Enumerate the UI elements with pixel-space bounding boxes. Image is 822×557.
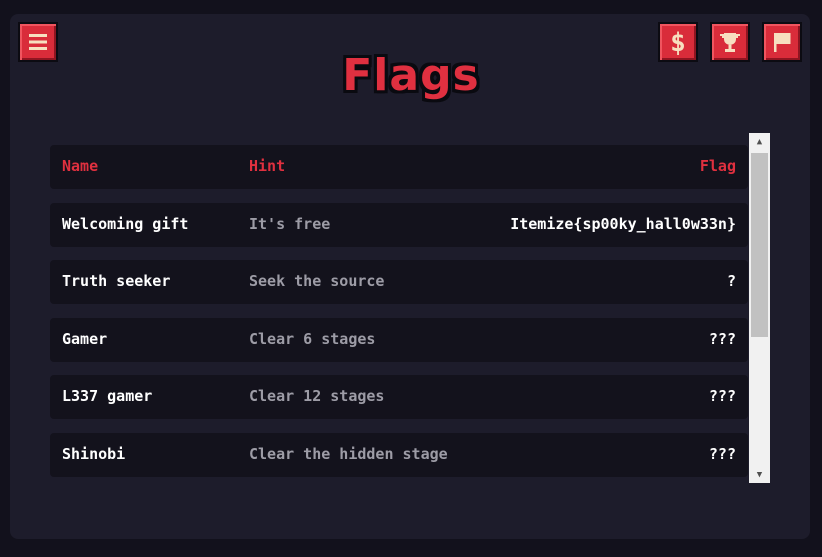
table-scrollbar[interactable]: ▲ ▼ — [749, 133, 770, 483]
flag-hint: It's free — [249, 215, 331, 233]
scroll-up-arrow-icon[interactable]: ▲ — [749, 133, 770, 150]
table-row: Truth seeker Seek the source ? — [50, 260, 748, 304]
flag-name: Welcoming gift — [62, 215, 189, 233]
flag-name: Gamer — [62, 330, 108, 348]
flag-name: L337 gamer — [62, 387, 153, 405]
header-flag: Flag — [699, 157, 736, 175]
table-row: Gamer Clear 6 stages ??? — [50, 318, 748, 362]
flag-hint: Clear 6 stages — [249, 330, 376, 348]
flag-name: Truth seeker — [62, 272, 171, 290]
header-hint: Hint — [249, 157, 286, 175]
table-row: L337 gamer Clear 12 stages ??? — [50, 375, 748, 419]
flag-name: Shinobi — [62, 445, 126, 463]
flag-hint: Seek the source — [249, 272, 385, 290]
table-row: Welcoming gift It's free Itemize{sp00ky_… — [50, 203, 748, 247]
flag-hint: Clear 12 stages — [249, 387, 385, 405]
table-row: Shinobi Clear the hidden stage ??? — [50, 433, 748, 477]
flag-hint: Clear the hidden stage — [249, 445, 448, 463]
flags-table: Name Hint Flag Welcoming gift It's free … — [50, 145, 748, 485]
flag-value: ??? — [708, 387, 736, 405]
flag-value: ??? — [708, 330, 736, 348]
page-title: Flags — [342, 50, 480, 101]
header-name: Name — [62, 157, 99, 175]
scrollbar-thumb[interactable] — [751, 153, 768, 337]
flag-value: ??? — [708, 445, 736, 463]
flag-value: ? — [726, 272, 736, 290]
table-header-row: Name Hint Flag — [50, 145, 748, 189]
flag-value: Itemize{sp00ky_hall0w33n} — [510, 215, 736, 233]
scroll-down-arrow-icon[interactable]: ▼ — [749, 466, 770, 483]
